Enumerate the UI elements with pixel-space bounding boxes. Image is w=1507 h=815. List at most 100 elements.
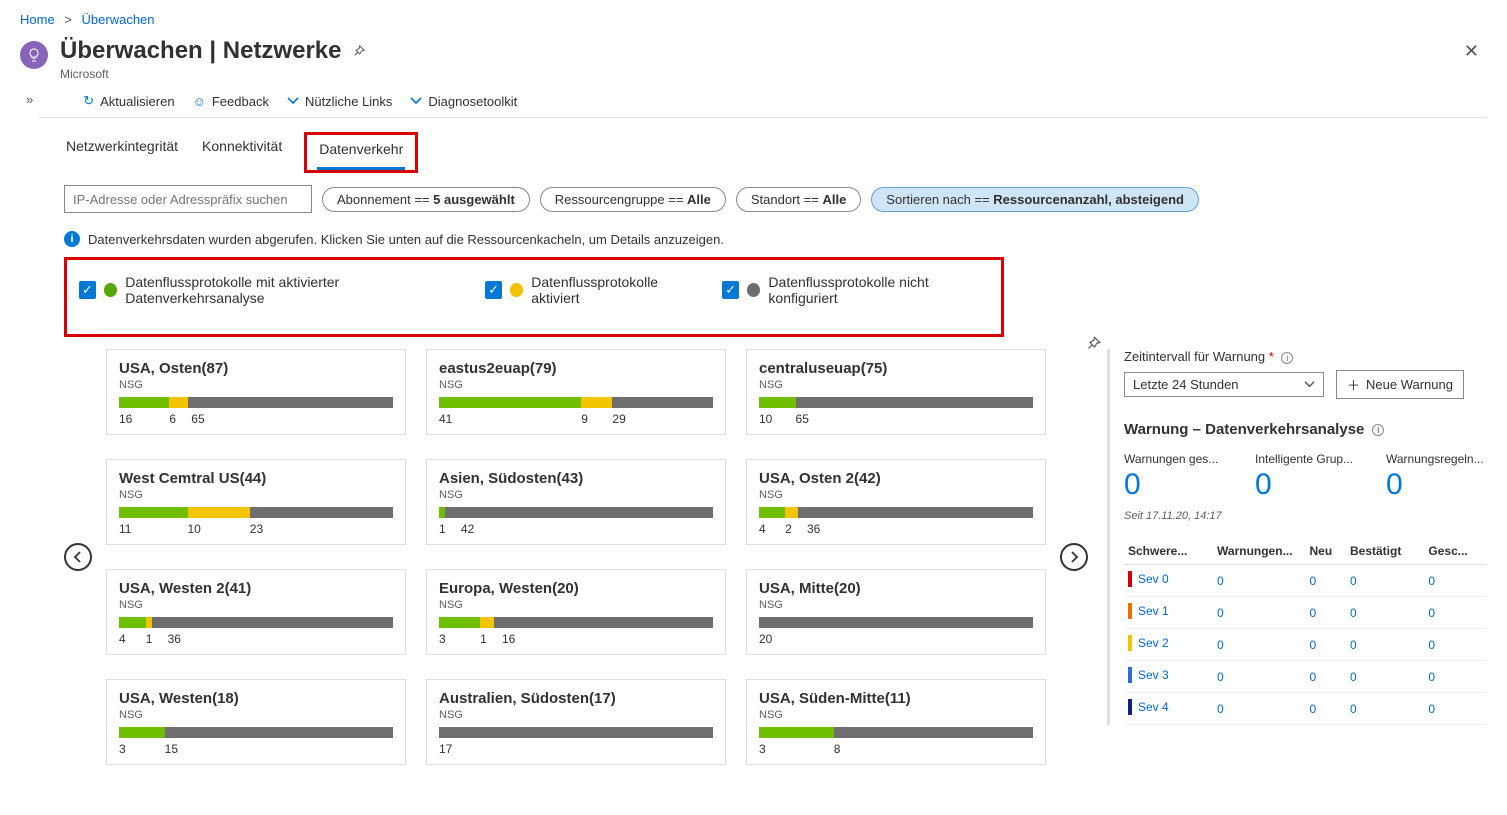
region-card[interactable]: USA, Mitte(20) NSG 20 [746, 569, 1046, 655]
region-card[interactable]: USA, Westen 2(41) NSG 4136 [106, 569, 406, 655]
sev-new[interactable]: 0 [1309, 574, 1316, 588]
sev-closed[interactable]: 0 [1428, 606, 1435, 620]
card-values: 16665 [119, 412, 393, 426]
card-title: eastus2euap(79) [439, 360, 713, 377]
plus-icon: ＋ [1347, 375, 1360, 394]
breadcrumb-home[interactable]: Home [20, 12, 55, 27]
feedback-button[interactable]: ☺ Feedback [193, 94, 269, 109]
sev-closed[interactable]: 0 [1428, 702, 1435, 716]
filter-location[interactable]: Standort == Alle [736, 187, 861, 212]
legend-label-a: Datenflussprotokolle mit aktivierter Dat… [125, 274, 463, 306]
sev-new[interactable]: 0 [1309, 638, 1316, 652]
new-alert-button[interactable]: ＋ Neue Warnung [1336, 370, 1464, 399]
expand-menu-icon[interactable]: » [20, 92, 39, 107]
metric-smart-groups-value[interactable]: 0 [1255, 468, 1356, 502]
card-values: 3116 [439, 632, 713, 646]
filter-subscription[interactable]: Abonnement == 5 ausgewählt [322, 187, 530, 212]
sev-ack[interactable]: 0 [1350, 574, 1357, 588]
sev-total[interactable]: 0 [1217, 670, 1224, 684]
region-card[interactable]: USA, Süden-Mitte(11) NSG 38 [746, 679, 1046, 765]
card-subtitle: NSG [759, 379, 1033, 391]
sev-total[interactable]: 0 [1217, 574, 1224, 588]
card-bar [759, 617, 1033, 628]
severity-link[interactable]: Sev 0 [1138, 572, 1169, 586]
tab-network-integrity[interactable]: Netzwerkintegrität [64, 132, 180, 173]
region-card[interactable]: USA, Osten 2(42) NSG 4236 [746, 459, 1046, 545]
region-card[interactable]: Asien, Südosten(43) NSG 142 [426, 459, 726, 545]
region-card[interactable]: USA, Westen(18) NSG 315 [106, 679, 406, 765]
sev-ack[interactable]: 0 [1350, 702, 1357, 716]
filter-sort[interactable]: Sortieren nach == Ressourcenanzahl, abst… [871, 187, 1199, 212]
card-values: 142 [439, 522, 713, 536]
card-title: USA, Osten(87) [119, 360, 393, 377]
close-button[interactable]: ✕ [1456, 37, 1487, 66]
metric-total-value[interactable]: 0 [1124, 468, 1225, 502]
sev-closed[interactable]: 0 [1428, 574, 1435, 588]
legend-dot-yellow [510, 283, 523, 297]
card-values: 41929 [439, 412, 713, 426]
chevron-left-icon [72, 551, 84, 563]
card-subtitle: NSG [119, 379, 393, 391]
info-icon: i [64, 231, 80, 247]
sev-total[interactable]: 0 [1217, 606, 1224, 620]
card-bar [119, 617, 393, 628]
sev-new[interactable]: 0 [1309, 606, 1316, 620]
interval-dropdown[interactable]: Letzte 24 Stunden [1124, 372, 1324, 397]
sev-closed[interactable]: 0 [1428, 670, 1435, 684]
checkbox-traffic-analytics[interactable]: ✓ [79, 281, 96, 299]
severity-color-bar [1128, 667, 1132, 683]
checkbox-flowlogs-not-configured[interactable]: ✓ [722, 281, 739, 299]
region-card[interactable]: eastus2euap(79) NSG 41929 [426, 349, 726, 435]
card-subtitle: NSG [759, 709, 1033, 721]
cards-next-button[interactable] [1060, 543, 1088, 571]
severity-link[interactable]: Sev 1 [1138, 604, 1169, 618]
region-card[interactable]: West Cemtral US(44) NSG 111023 [106, 459, 406, 545]
sev-closed[interactable]: 0 [1428, 638, 1435, 652]
region-card[interactable]: Europa, Westen(20) NSG 3116 [426, 569, 726, 655]
severity-link[interactable]: Sev 3 [1138, 668, 1169, 682]
sev-total[interactable]: 0 [1217, 702, 1224, 716]
sev-ack[interactable]: 0 [1350, 606, 1357, 620]
card-values: 4136 [119, 632, 393, 646]
sev-total[interactable]: 0 [1217, 638, 1224, 652]
page-subtitle: Microsoft [60, 67, 1456, 81]
metric-rules-value[interactable]: 0 [1386, 468, 1487, 502]
severity-link[interactable]: Sev 4 [1138, 700, 1169, 714]
tab-connectivity[interactable]: Konnektivität [200, 132, 284, 173]
tab-traffic[interactable]: Datenverkehr [317, 135, 405, 170]
info-icon[interactable]: i [1372, 424, 1384, 436]
useful-links-dropdown[interactable]: Nützliche Links [287, 94, 392, 109]
region-card[interactable]: centraluseuap(75) NSG 1065 [746, 349, 1046, 435]
cards-prev-button[interactable] [64, 543, 92, 571]
region-card[interactable]: Australien, Südosten(17) NSG 17 [426, 679, 726, 765]
severity-row: Sev 0 0 0 0 0 [1124, 565, 1487, 597]
card-bar [119, 727, 393, 738]
search-input[interactable] [64, 185, 312, 213]
timestamp: Seit 17.11.20, 14:17 [1124, 510, 1487, 522]
severity-link[interactable]: Sev 2 [1138, 636, 1169, 650]
sev-ack[interactable]: 0 [1350, 670, 1357, 684]
pin-icon[interactable] [351, 44, 366, 59]
chevron-down-icon [1304, 379, 1315, 390]
sev-new[interactable]: 0 [1309, 670, 1316, 684]
region-card[interactable]: USA, Osten(87) NSG 16665 [106, 349, 406, 435]
breadcrumb-current[interactable]: Überwachen [82, 12, 155, 27]
card-bar [439, 507, 713, 518]
refresh-button[interactable]: ↻ Aktualisieren [83, 93, 174, 109]
breadcrumb: Home > Überwachen [20, 10, 1487, 29]
card-bar [439, 727, 713, 738]
diagnostic-toolkit-dropdown[interactable]: Diagnosetoolkit [410, 94, 517, 109]
chevron-down-icon [410, 95, 422, 107]
severity-row: Sev 3 0 0 0 0 [1124, 661, 1487, 693]
checkbox-flowlogs-enabled[interactable]: ✓ [485, 281, 502, 299]
card-subtitle: NSG [119, 599, 393, 611]
filter-resource-group[interactable]: Ressourcengruppe == Alle [540, 187, 726, 212]
severity-color-bar [1128, 603, 1132, 619]
info-icon[interactable]: i [1281, 352, 1293, 364]
side-heading: Warnung – Datenverkehrsanalyse i [1124, 421, 1487, 438]
card-values: 17 [439, 742, 713, 756]
severity-color-bar [1128, 699, 1132, 715]
sev-ack[interactable]: 0 [1350, 638, 1357, 652]
pin-panel-icon[interactable] [1084, 335, 1102, 353]
sev-new[interactable]: 0 [1309, 702, 1316, 716]
